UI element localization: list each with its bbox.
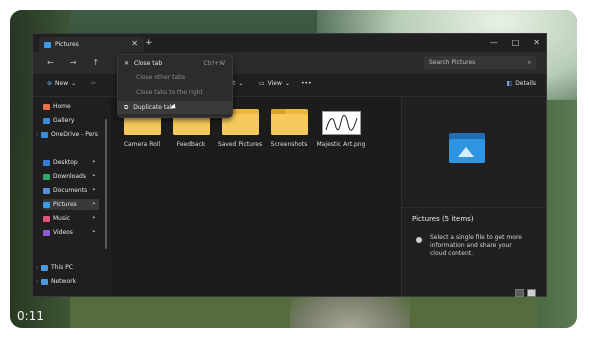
divider <box>402 207 546 208</box>
address-bar: ← → ↑ Search Pictures ⌕ <box>33 52 546 74</box>
downloads-icon <box>43 173 50 180</box>
desktop-icon <box>43 159 50 166</box>
sidebar-item-this-pc[interactable]: › This PC <box>36 262 102 273</box>
chevron-right-icon: › <box>36 278 38 285</box>
command-bar: ⊕ New ⌄ ✂ Sort ⌄ ▭ View ⌄ ••• ◧ Details <box>33 74 546 97</box>
close-window-button[interactable]: ✕ <box>533 38 540 47</box>
forward-icon[interactable]: → <box>70 58 77 67</box>
new-tab-button[interactable]: + <box>145 38 153 48</box>
network-icon <box>41 278 48 285</box>
sidebar-item-gallery[interactable]: Gallery <box>43 115 99 126</box>
sketch-icon <box>325 115 357 131</box>
chevron-down-icon: ⌄ <box>238 80 244 87</box>
list-view-icon[interactable] <box>515 289 524 297</box>
image-item[interactable]: Majestic Art.png <box>313 109 369 148</box>
back-icon[interactable]: ← <box>47 58 54 67</box>
details-pane-icon: ◧ <box>506 80 513 87</box>
plus-icon: ⊕ <box>47 80 53 87</box>
home-icon <box>43 103 50 110</box>
menu-item-close-other-tabs[interactable]: Close other tabs <box>118 71 232 84</box>
sidebar-item-desktop[interactable]: Desktop ✦ <box>43 157 99 168</box>
menu-item-close-tab[interactable]: ✕ Close tab Ctrl+W <box>118 57 232 70</box>
sidebar-item-pictures[interactable]: Pictures ✦ <box>43 199 99 210</box>
more-options-button[interactable]: ••• <box>301 80 312 87</box>
documents-icon <box>43 187 50 194</box>
gallery-icon <box>43 117 50 124</box>
details-button[interactable]: ◧ Details <box>507 80 536 87</box>
tab-title: Pictures <box>55 41 79 48</box>
search-icon: ⌕ <box>527 58 531 66</box>
details-pane: Pictures (5 items) Select a single file … <box>401 97 546 297</box>
videos-icon <box>43 229 50 236</box>
tiles-view-icon[interactable] <box>527 289 536 297</box>
music-icon <box>43 215 50 222</box>
image-thumbnail <box>321 111 361 135</box>
search-placeholder: Search Pictures <box>429 59 476 66</box>
sidebar-item-music[interactable]: Music ✦ <box>43 213 99 224</box>
folder-item[interactable]: Screenshots <box>264 109 314 148</box>
menu-item-close-tabs-right[interactable]: Close tabs to the right <box>118 86 232 99</box>
navigation-pane: Home Gallery › OneDrive - Pers Desktop ✦… <box>33 97 103 296</box>
more-label: ••• <box>301 80 312 87</box>
pc-icon <box>41 264 48 271</box>
tab-pictures[interactable]: Pictures ✕ <box>39 37 144 52</box>
pin-icon: ✦ <box>91 173 96 179</box>
video-timestamp: 0:11 <box>17 309 44 323</box>
item-label: Majestic Art.png <box>316 141 366 148</box>
title-bar: Pictures ✕ + — □ ✕ <box>33 34 546 52</box>
info-icon <box>416 237 422 243</box>
nav-buttons: ← → ↑ <box>47 58 99 67</box>
view-label: View <box>267 80 282 87</box>
up-icon[interactable]: ↑ <box>92 58 99 67</box>
cut-icon[interactable]: ✂ <box>91 80 96 87</box>
pictures-folder-icon <box>449 133 485 163</box>
shortcut-label: Ctrl+W <box>203 60 225 67</box>
chevron-down-icon: ⌄ <box>284 80 290 87</box>
item-label: Screenshots <box>270 141 308 148</box>
details-title: Pictures (5 items) <box>412 215 474 223</box>
tab-close-icon[interactable]: ✕ <box>131 39 138 48</box>
file-explorer-window: Pictures ✕ + — □ ✕ ← → ↑ Search Pictures… <box>32 33 547 297</box>
sidebar-item-videos[interactable]: Videos ✦ <box>43 227 99 238</box>
item-label: Saved Pictures <box>217 141 263 148</box>
sidebar-item-network[interactable]: › Network <box>36 276 102 287</box>
search-input[interactable]: Search Pictures ⌕ <box>424 56 536 69</box>
details-label: Details <box>515 80 536 87</box>
chevron-right-icon: › <box>36 131 38 138</box>
chevron-down-icon: ⌄ <box>71 80 77 87</box>
sidebar-item-downloads[interactable]: Downloads ✦ <box>43 171 99 182</box>
pin-icon: ✦ <box>91 229 96 235</box>
item-label: Camera Roll <box>123 141 161 148</box>
sidebar-scrollbar[interactable] <box>105 119 107 249</box>
details-message: Select a single file to get more informa… <box>430 234 522 257</box>
pin-icon: ✦ <box>91 201 96 207</box>
pin-icon: ✦ <box>91 159 96 165</box>
pictures-icon <box>44 41 51 48</box>
pin-icon: ✦ <box>91 187 96 193</box>
close-icon: ✕ <box>124 60 130 67</box>
chevron-right-icon: › <box>36 264 38 271</box>
folder-icon <box>270 109 308 135</box>
pictures-icon <box>43 201 50 208</box>
duplicate-icon: ⧉ <box>124 103 129 111</box>
new-label: New <box>55 80 69 87</box>
sidebar-item-onedrive[interactable]: › OneDrive - Pers <box>36 129 102 140</box>
item-label: Feedback <box>176 141 206 148</box>
minimize-button[interactable]: — <box>490 38 498 47</box>
file-list: Camera Roll Feedback Saved Pictures Scre… <box>111 97 401 296</box>
onedrive-icon <box>41 131 48 138</box>
new-button[interactable]: ⊕ New ⌄ <box>47 80 76 87</box>
sidebar-item-home[interactable]: Home <box>43 101 99 112</box>
view-toggle <box>515 289 536 297</box>
window-controls: — □ ✕ <box>490 38 540 47</box>
pin-icon: ✦ <box>91 215 96 221</box>
view-button[interactable]: ▭ View ⌄ <box>259 80 290 87</box>
sidebar-item-documents[interactable]: Documents ✦ <box>43 185 99 196</box>
view-icon: ▭ <box>259 80 265 87</box>
maximize-button[interactable]: □ <box>512 38 520 47</box>
